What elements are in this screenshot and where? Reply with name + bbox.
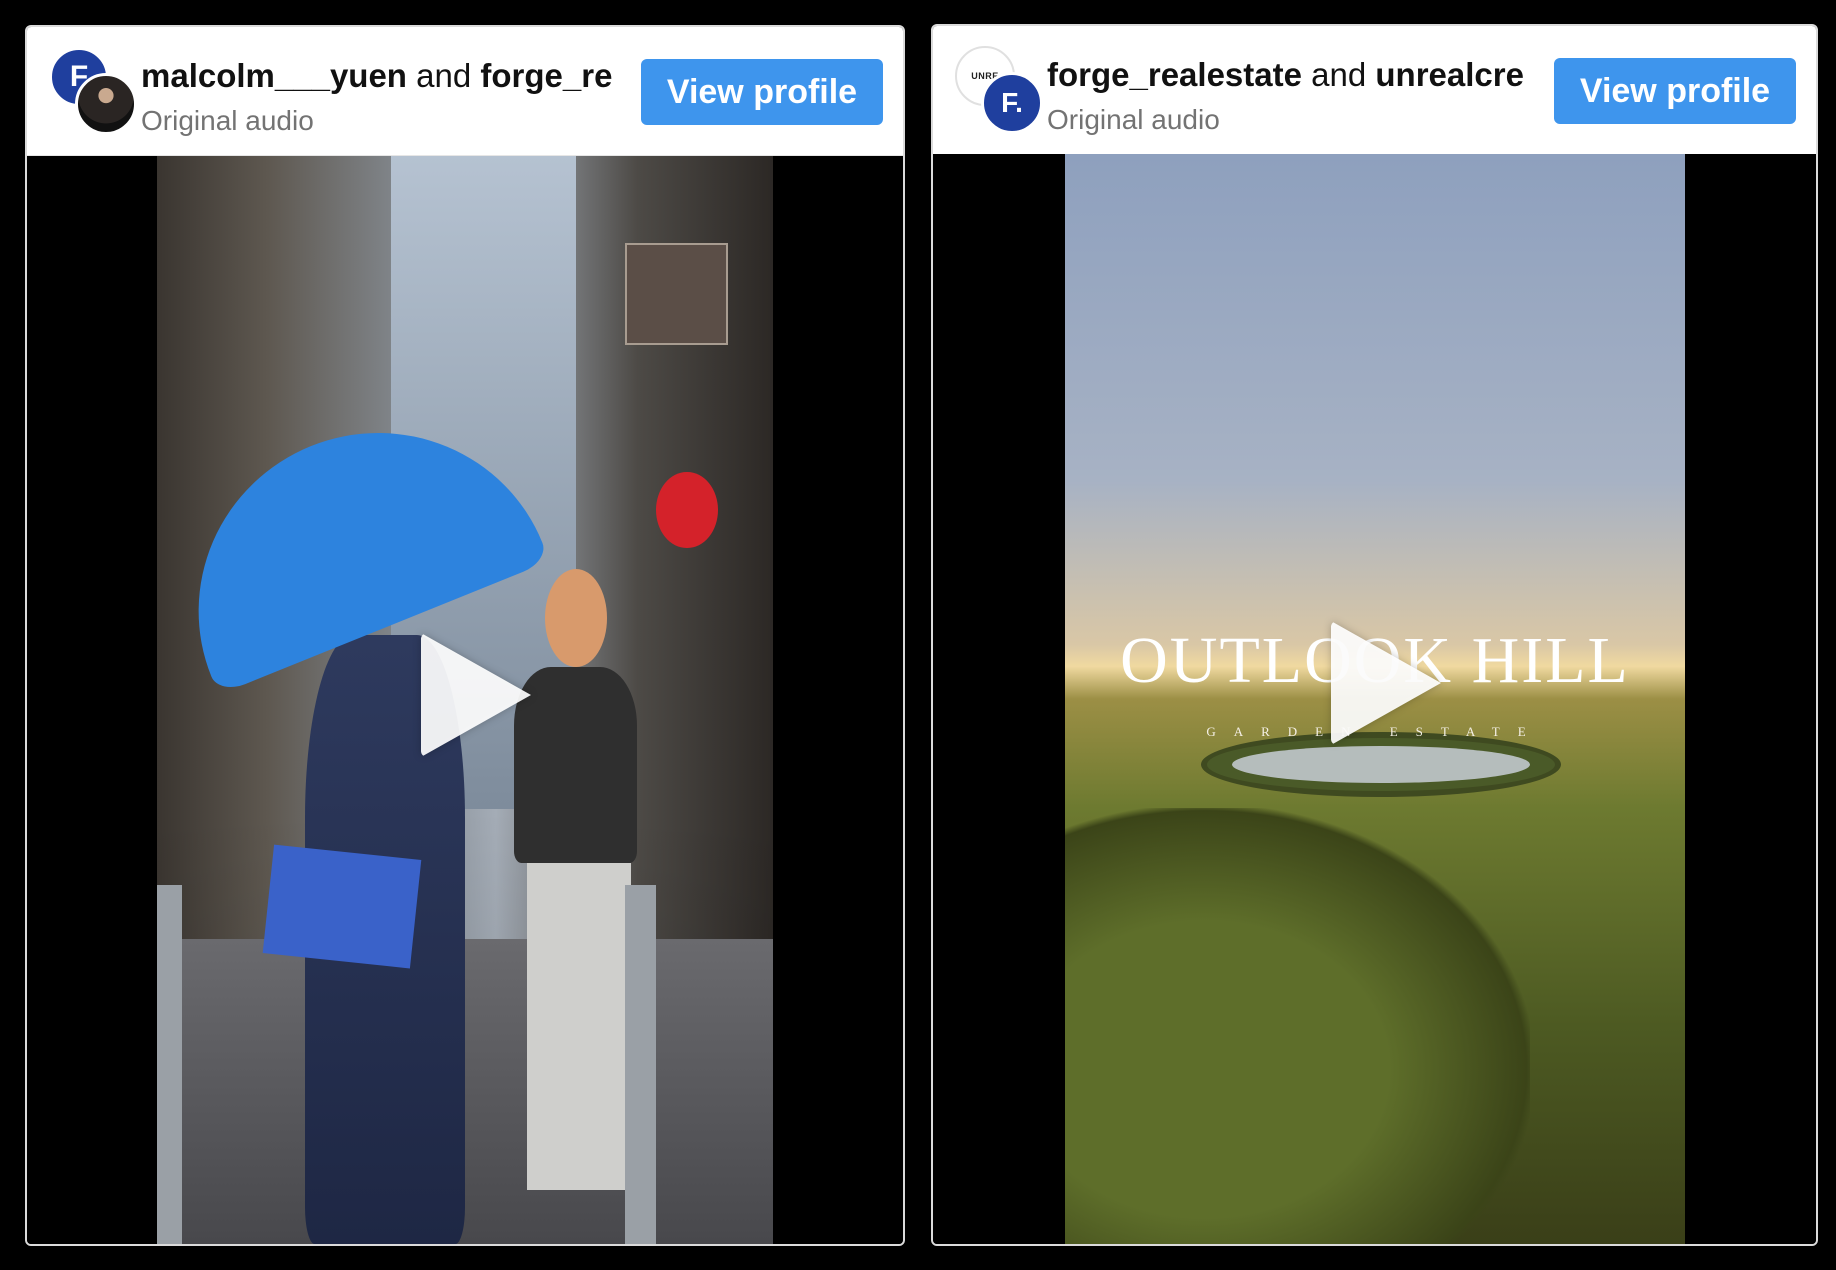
thumbnail-red-sign [655,471,718,548]
username-link[interactable]: forge_realestate [1047,56,1302,93]
reel-card-1: F malcolm___yuen and forge_re Original a… [25,25,905,1246]
play-icon[interactable] [1330,620,1441,745]
user-avatar[interactable] [75,73,137,135]
thumbnail-person [514,667,638,864]
video-player[interactable]: OUTLOOK HILL GARDEN ESTATE [933,154,1816,1244]
reel-header: F malcolm___yuen and forge_re Original a… [27,27,903,156]
view-profile-button[interactable]: View profile [1554,58,1796,124]
collaborator-names[interactable]: forge_realestate and unrealcre [1047,56,1547,94]
thumbnail-fountain-water [1232,745,1530,783]
thumbnail-ground [157,939,773,1244]
collaborator-names[interactable]: malcolm___yuen and forge_re [141,57,641,95]
play-icon[interactable] [421,632,531,757]
thumbnail-bollard [157,884,182,1244]
thumbnail-sign [625,243,728,345]
view-profile-button[interactable]: View profile [641,59,883,125]
audio-label[interactable]: Original audio [141,105,314,137]
username-link[interactable]: unrealcre [1375,56,1524,93]
reel-card-2: UNRE F. forge_realestate and unrealcre O… [931,24,1818,1246]
forge-logo-avatar[interactable]: F. [981,72,1043,134]
collab-avatars[interactable]: F [49,47,137,135]
thumbnail-person [526,863,632,1190]
and-text: and [416,57,481,94]
and-text: and [1311,56,1376,93]
thumbnail-bollard [625,884,656,1244]
video-player[interactable] [27,156,903,1244]
username-link[interactable]: forge_re [480,57,612,94]
thumbnail-folder [262,844,421,969]
username-link[interactable]: malcolm___yuen [141,57,407,94]
thumbnail-foliage [1065,808,1530,1244]
thumbnail-person [545,569,607,668]
reel-header: UNRE F. forge_realestate and unrealcre O… [933,26,1816,155]
audio-label[interactable]: Original audio [1047,104,1220,136]
collab-avatars[interactable]: UNRE F. [955,46,1043,134]
